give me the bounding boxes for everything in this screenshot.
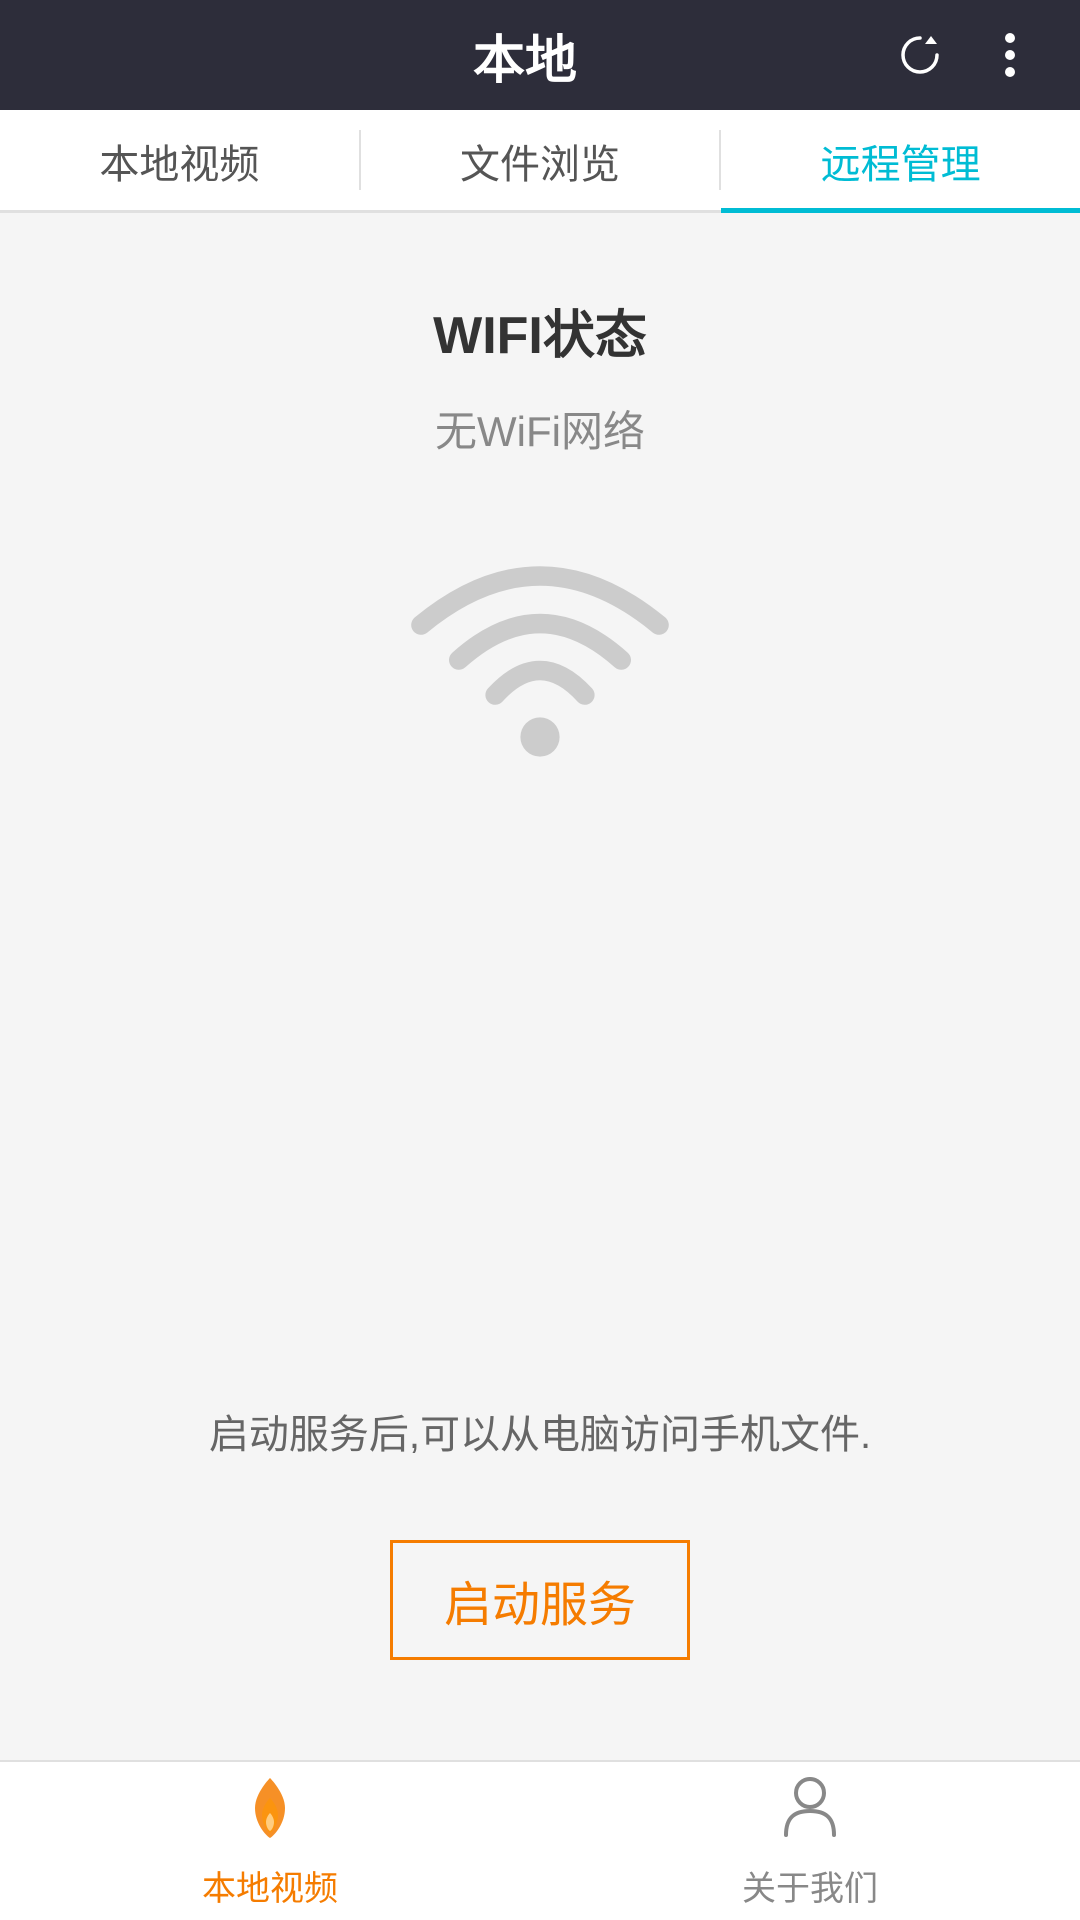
bottom-nav-local-video[interactable]: 本地视频 bbox=[0, 1762, 540, 1920]
start-service-button[interactable]: 启动服务 bbox=[390, 1540, 690, 1660]
tab-local-video[interactable]: 本地视频 bbox=[0, 113, 359, 213]
bottom-navigation: 本地视频 关于我们 bbox=[0, 1760, 1080, 1920]
service-description: 启动服务后,可以从电脑访问手机文件. bbox=[149, 1402, 931, 1460]
local-video-nav-label: 本地视频 bbox=[202, 1861, 338, 1910]
header: 本地 bbox=[0, 0, 1080, 110]
main-content: WIFI状态 无WiFi网络 启动服务后,可以从电脑访问手机文件. 启动服务 bbox=[0, 213, 1080, 1760]
tab-bar: 本地视频 文件浏览 远程管理 bbox=[0, 110, 1080, 213]
bottom-nav-about-us[interactable]: 关于我们 bbox=[540, 1762, 1080, 1920]
person-icon bbox=[780, 1773, 840, 1853]
page-title: 本地 bbox=[160, 18, 890, 93]
wifi-status-subtitle: 无WiFi网络 bbox=[435, 398, 645, 459]
tab-remote-manage[interactable]: 远程管理 bbox=[721, 113, 1080, 213]
flame-icon bbox=[240, 1773, 300, 1853]
wifi-icon bbox=[400, 519, 680, 759]
tab-file-browse[interactable]: 文件浏览 bbox=[361, 113, 720, 213]
about-us-nav-label: 关于我们 bbox=[742, 1861, 878, 1910]
refresh-icon[interactable] bbox=[890, 25, 950, 85]
more-menu-icon[interactable] bbox=[980, 25, 1040, 85]
header-actions bbox=[890, 25, 1040, 85]
wifi-status-title: WIFI状态 bbox=[433, 293, 647, 368]
